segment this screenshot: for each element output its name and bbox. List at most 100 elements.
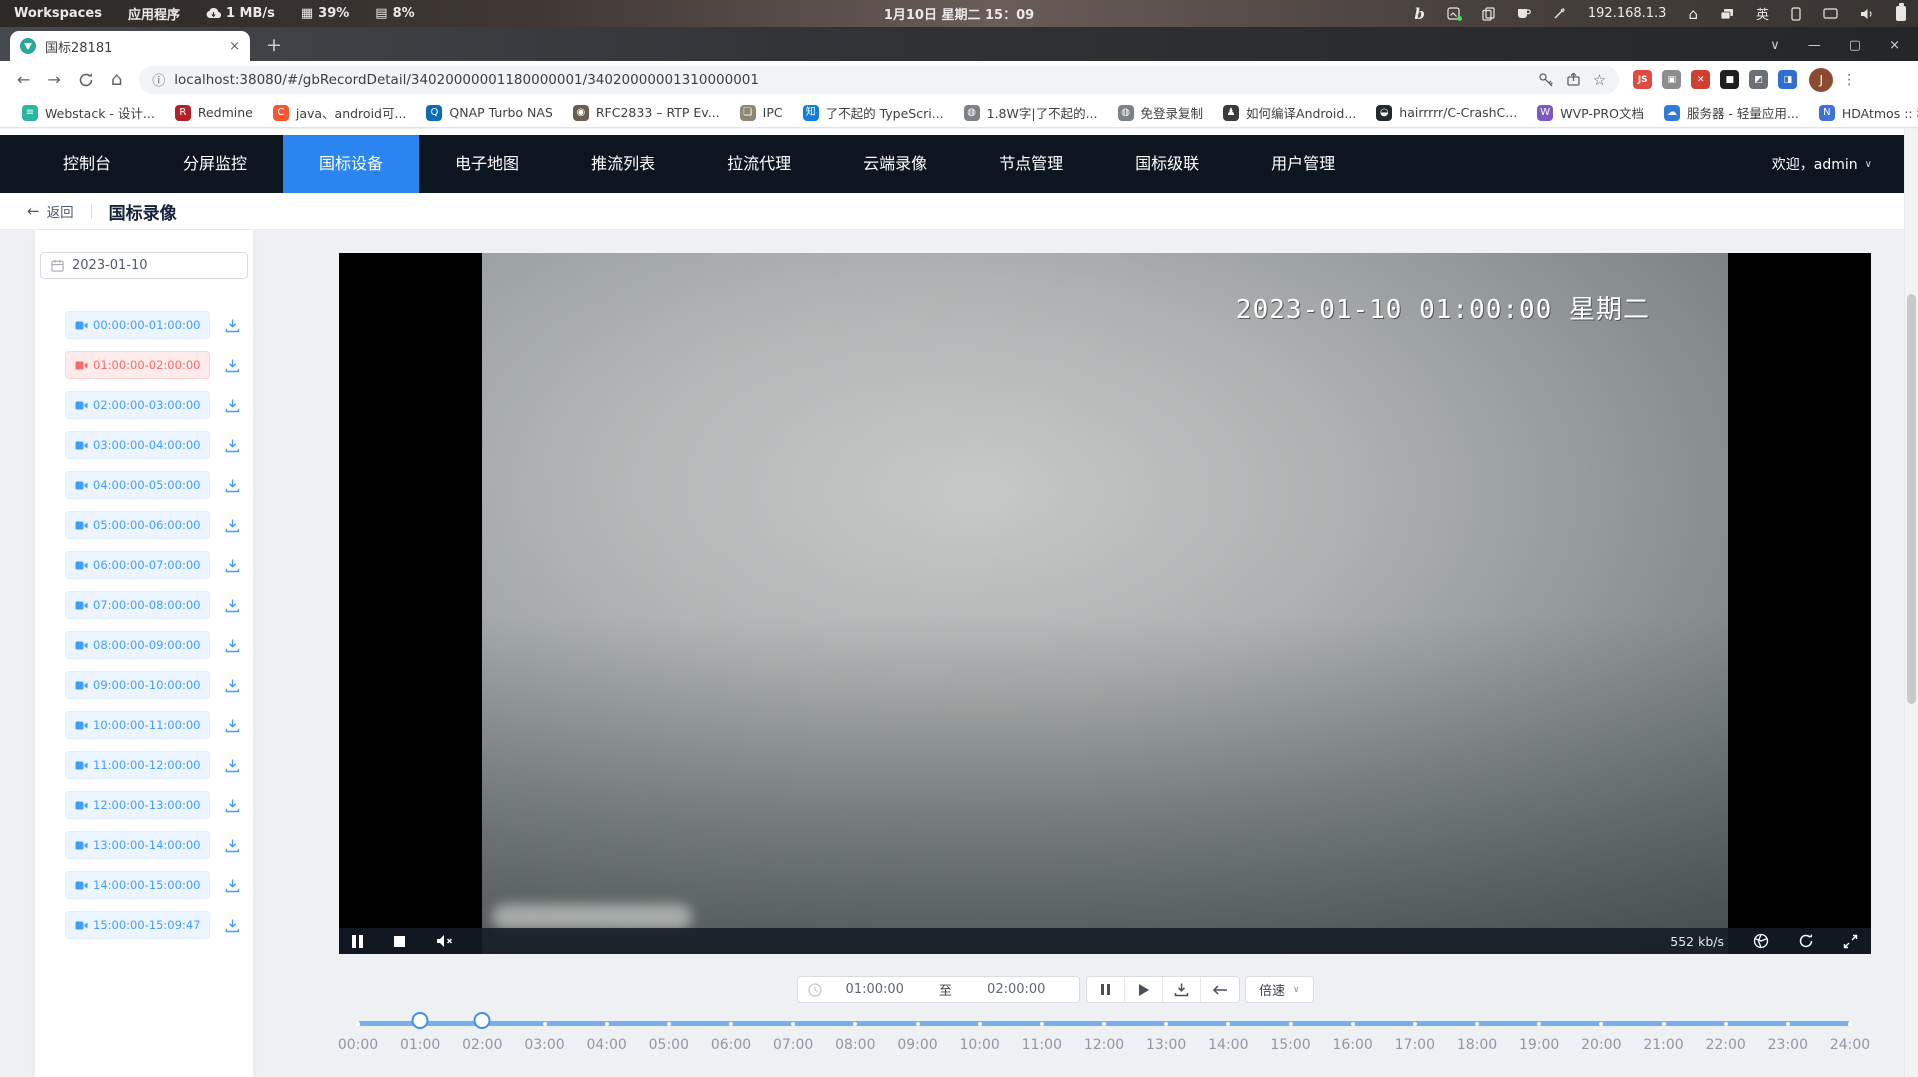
app-nav-tab[interactable]: 国标级联 — [1099, 135, 1235, 193]
bookmark-item[interactable]: C java、android可... — [263, 103, 417, 122]
share-icon[interactable] — [1566, 72, 1581, 87]
video-player[interactable]: 2023-01-10 01:00:00 星期二 552 kb/s — [339, 253, 1871, 954]
home-tray-icon[interactable]: ⌂ — [1688, 5, 1698, 23]
volume-icon[interactable] — [1860, 8, 1874, 20]
segment-play-button[interactable]: 15:00:00-15:09:47 — [65, 911, 210, 939]
bookmark-item[interactable]: ◍ 1.8W字|了不起的... — [954, 103, 1108, 122]
input-language-indicator[interactable]: 英 — [1756, 4, 1769, 23]
window-close-button[interactable]: × — [1889, 38, 1900, 53]
segment-download-button[interactable] — [225, 398, 240, 413]
site-info-icon[interactable]: ⓘ — [152, 70, 165, 89]
range-start-input[interactable]: 01:00:00 — [822, 982, 928, 997]
timeline-handle[interactable] — [412, 1012, 429, 1029]
browser-tab[interactable]: 国标28181 × — [10, 31, 250, 61]
segment-download-button[interactable] — [225, 518, 240, 533]
snapshot-aperture-icon[interactable] — [1753, 933, 1769, 949]
segment-download-button[interactable] — [225, 678, 240, 693]
browser-menu-icon[interactable]: ⋮ — [1842, 72, 1856, 88]
window-minimize-button[interactable]: — — [1808, 38, 1821, 53]
battery-icon[interactable] — [1896, 6, 1906, 21]
time-range-picker[interactable]: 01:00:00 至 02:00:00 — [797, 976, 1080, 1003]
profile-avatar[interactable]: J — [1809, 68, 1833, 92]
segment-play-button[interactable]: 03:00:00-04:00:00 — [65, 431, 210, 459]
segment-download-button[interactable] — [225, 638, 240, 653]
reload-icon[interactable] — [78, 72, 94, 88]
app-nav-tab[interactable]: 云端录像 — [827, 135, 963, 193]
bookmark-item[interactable]: 知 了不起的 TypeScri... — [793, 103, 954, 122]
date-picker-input[interactable]: 2023-01-10 — [40, 252, 248, 279]
bookmark-item[interactable]: ◍ 免登录复制 — [1108, 103, 1214, 122]
screenshot-app-tray-icon[interactable] — [1447, 7, 1460, 20]
bookmark-item[interactable]: R Redmine — [165, 105, 263, 121]
bookmark-star-icon[interactable]: ☆ — [1593, 71, 1606, 89]
window-maximize-button[interactable]: ▢ — [1849, 38, 1861, 53]
user-menu[interactable]: 欢迎，admin ∨ — [1772, 154, 1872, 174]
bookmark-item[interactable]: ◉ RFC2833 – RTP Ev... — [563, 105, 730, 121]
display-icon[interactable] — [1823, 8, 1838, 20]
tab-search-chevron-icon[interactable]: ∨ — [1770, 38, 1780, 53]
segment-download-button[interactable] — [225, 598, 240, 613]
pause-icon[interactable] — [352, 935, 363, 948]
segment-play-button[interactable]: 10:00:00-11:00:00 — [65, 711, 210, 739]
bookmark-item[interactable]: ♟ 如何编译Android... — [1213, 103, 1366, 122]
applications-button[interactable]: 应用程序 — [128, 4, 180, 23]
bookmark-item[interactable]: Q QNAP Turbo NAS — [416, 105, 562, 121]
fullscreen-icon[interactable] — [1843, 934, 1858, 949]
bookmark-item[interactable]: ❏ IPC — [730, 105, 793, 121]
segment-play-button[interactable]: 08:00:00-09:00:00 — [65, 631, 210, 659]
segment-play-button[interactable]: 11:00:00-12:00:00 — [65, 751, 210, 779]
app-nav-tab[interactable]: 拉流代理 — [691, 135, 827, 193]
clipboard-tray-icon[interactable] — [1482, 7, 1495, 21]
segment-play-button[interactable]: 09:00:00-10:00:00 — [65, 671, 210, 699]
segment-download-button[interactable] — [225, 318, 240, 333]
password-key-icon[interactable] — [1538, 72, 1554, 88]
extension-icon[interactable]: ✕ — [1691, 70, 1710, 89]
segment-download-button[interactable] — [225, 558, 240, 573]
extension-icon[interactable]: ◩ — [1749, 70, 1768, 89]
stop-icon[interactable] — [394, 936, 405, 947]
segment-download-button[interactable] — [225, 798, 240, 813]
extension-icon[interactable]: ◨ — [1778, 70, 1797, 89]
app-nav-tab[interactable]: 控制台 — [27, 135, 147, 193]
bookmark-item[interactable]: ≡ Webstack - 设计... — [12, 103, 165, 122]
workspaces-button[interactable]: Workspaces — [14, 6, 102, 21]
bookmark-item[interactable]: W WVP-PRO文档 — [1527, 103, 1654, 122]
new-tab-button[interactable]: + — [266, 34, 282, 56]
tab-close-icon[interactable]: × — [229, 39, 240, 54]
app-nav-tab[interactable]: 节点管理 — [963, 135, 1099, 193]
segment-download-button[interactable] — [225, 758, 240, 773]
page-scrollbar[interactable] — [1904, 129, 1918, 1077]
clock-indicator[interactable]: 1月10日 星期二 15：09 — [884, 4, 1034, 23]
url-text[interactable]: localhost:38080/#/gbRecordDetail/3402000… — [174, 72, 1529, 88]
scrollbar-thumb[interactable] — [1907, 294, 1916, 704]
play-button[interactable] — [1125, 977, 1163, 1002]
mute-icon[interactable] — [436, 934, 453, 948]
segment-download-button[interactable] — [225, 918, 240, 933]
color-picker-tray-icon[interactable] — [1553, 7, 1566, 20]
app-nav-tab[interactable]: 电子地图 — [419, 135, 555, 193]
segment-download-button[interactable] — [225, 358, 240, 373]
bookmark-item[interactable]: ☁ 服务器 - 轻量应用... — [1654, 103, 1809, 122]
app-nav-tab[interactable]: 推流列表 — [555, 135, 691, 193]
bookmark-item[interactable]: N HDAtmos :: 种子 *... — [1809, 103, 1918, 122]
segment-play-button[interactable]: 06:00:00-07:00:00 — [65, 551, 210, 579]
extension-icon[interactable]: ▣ — [1662, 70, 1681, 89]
app-nav-tab[interactable]: 国标设备 — [283, 135, 419, 193]
home-icon[interactable]: ⌂ — [111, 69, 122, 90]
segment-download-button[interactable] — [225, 718, 240, 733]
ip-address-indicator[interactable]: 192.168.1.3 — [1588, 6, 1667, 21]
segment-play-button[interactable]: 12:00:00-13:00:00 — [65, 791, 210, 819]
app-nav-tab[interactable]: 用户管理 — [1235, 135, 1371, 193]
timeline-handle[interactable] — [474, 1012, 491, 1029]
extension-icon[interactable]: JS — [1633, 70, 1652, 89]
range-end-input[interactable]: 02:00:00 — [964, 982, 1070, 997]
workspaces-switcher-icon[interactable] — [1720, 8, 1734, 20]
segment-play-button[interactable]: 04:00:00-05:00:00 — [65, 471, 210, 499]
playback-speed-dropdown[interactable]: 倍速 ∨ — [1245, 976, 1314, 1003]
segment-play-button[interactable]: 13:00:00-14:00:00 — [65, 831, 210, 859]
bookmark-item[interactable]: ◒ hairrrrr/C-CrashC... — [1366, 105, 1527, 121]
segment-play-button[interactable]: 14:00:00-15:00:00 — [65, 871, 210, 899]
segment-play-button[interactable]: 07:00:00-08:00:00 — [65, 591, 210, 619]
phone-link-icon[interactable] — [1791, 7, 1801, 21]
app-nav-tab[interactable]: 分屏监控 — [147, 135, 283, 193]
